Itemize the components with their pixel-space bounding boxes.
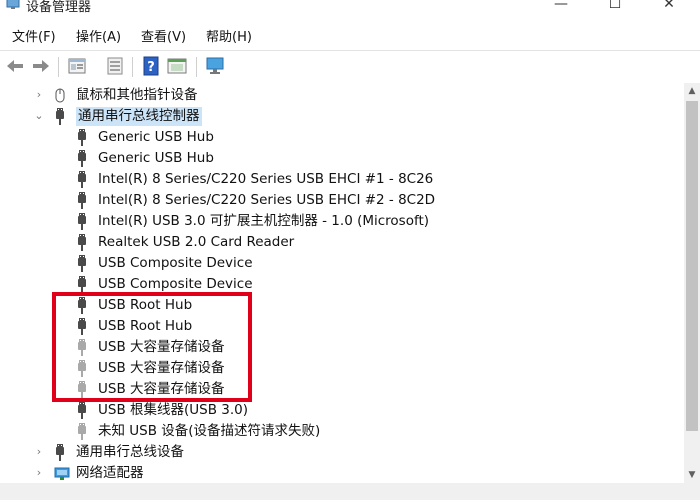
usb-icon xyxy=(76,360,88,377)
tree-device-row[interactable]: USB 根集线器(USB 3.0) xyxy=(0,400,684,421)
device-manager-icon xyxy=(6,0,20,10)
usb-icon xyxy=(76,171,88,188)
tree-device-row[interactable]: USB 大容量存储设备 xyxy=(0,358,684,379)
tree-node-label: 鼠标和其他指针设备 xyxy=(76,87,198,103)
tree-node-label: USB 根集线器(USB 3.0) xyxy=(98,402,249,418)
minimize-button[interactable]: — xyxy=(538,0,584,16)
help-icon[interactable]: ? xyxy=(140,55,162,77)
expand-chevron-icon[interactable]: › xyxy=(34,88,44,102)
tree-device-row[interactable]: Intel(R) USB 3.0 可扩展主机控制器 - 1.0 (Microso… xyxy=(0,211,684,232)
tree-node-label: USB 大容量存储设备 xyxy=(98,339,225,355)
tree-node-label: 未知 USB 设备(设备描述符请求失败) xyxy=(98,423,321,439)
tree-node-label: Generic USB Hub xyxy=(98,150,214,166)
collapse-chevron-icon[interactable]: ⌄ xyxy=(34,109,44,123)
svg-text:?: ? xyxy=(147,60,155,75)
usb-icon xyxy=(76,192,88,209)
network-adapter-icon xyxy=(54,465,70,482)
menu-bar: 文件(F) 操作(A) 查看(V) 帮助(H) xyxy=(0,22,700,48)
usb-icon xyxy=(76,234,88,251)
usb-icon xyxy=(76,255,88,272)
usb-icon xyxy=(76,339,88,356)
forward-arrow-icon[interactable] xyxy=(30,55,52,77)
menu-help[interactable]: 帮助(H) xyxy=(206,26,252,45)
scroll-down-icon[interactable]: ▼ xyxy=(684,467,700,483)
usb-icon xyxy=(76,150,88,167)
usb-icon xyxy=(76,297,88,314)
tree-device-row[interactable]: USB 大容量存储设备 xyxy=(0,337,684,358)
tree-node-label: Realtek USB 2.0 Card Reader xyxy=(98,234,295,250)
menu-action[interactable]: 操作(A) xyxy=(76,26,121,45)
tree-device-row[interactable]: 未知 USB 设备(设备描述符请求失败) xyxy=(0,421,684,442)
tree-device-row[interactable]: Generic USB Hub xyxy=(0,127,684,148)
menu-view[interactable]: 查看(V) xyxy=(141,26,186,45)
tree-category-row[interactable]: › 通用串行总线设备 xyxy=(0,442,684,463)
tree-node-label: USB 大容量存储设备 xyxy=(98,381,225,397)
tree-device-row[interactable]: USB Root Hub xyxy=(0,295,684,316)
tree-node-label: USB Composite Device xyxy=(98,276,253,292)
usb-icon xyxy=(76,318,88,335)
tree-node-label: USB Root Hub xyxy=(98,318,193,334)
monitor-icon[interactable] xyxy=(204,55,226,77)
tree-category-row[interactable]: › 鼠标和其他指针设备 xyxy=(0,85,684,106)
tree-device-row[interactable]: Generic USB Hub xyxy=(0,148,684,169)
tree-node-label: USB Root Hub xyxy=(98,297,193,313)
usb-icon xyxy=(76,381,88,398)
expand-chevron-icon[interactable]: › xyxy=(34,466,44,480)
device-list-icon[interactable] xyxy=(104,55,126,77)
back-arrow-icon[interactable] xyxy=(4,55,26,77)
tree-device-row[interactable]: Intel(R) 8 Series/C220 Series USB EHCI #… xyxy=(0,190,684,211)
scroll-up-icon[interactable]: ▲ xyxy=(684,83,700,99)
usb-icon xyxy=(54,444,66,461)
toolbar-separator xyxy=(196,57,197,77)
tree-device-row[interactable]: Intel(R) 8 Series/C220 Series USB EHCI #… xyxy=(0,169,684,190)
expand-chevron-icon[interactable]: › xyxy=(34,445,44,459)
properties-icon[interactable] xyxy=(66,55,88,77)
title-bar: 设备管理器 — ☐ ✕ xyxy=(0,0,700,16)
close-button[interactable]: ✕ xyxy=(646,0,692,16)
window-title: 设备管理器 xyxy=(26,0,92,15)
tree-node-label: USB Composite Device xyxy=(98,255,253,271)
horizontal-scrollbar[interactable] xyxy=(0,483,684,500)
usb-icon xyxy=(76,423,88,440)
mouse-icon xyxy=(54,87,66,104)
tree-node-label: Intel(R) 8 Series/C220 Series USB EHCI #… xyxy=(98,192,436,208)
usb-icon xyxy=(76,402,88,419)
tree-node-label: Generic USB Hub xyxy=(98,129,214,145)
usb-icon xyxy=(54,108,66,125)
tree-category-row[interactable]: › 网络适配器 xyxy=(0,463,684,483)
toolbar: ? xyxy=(0,50,700,84)
usb-icon xyxy=(76,129,88,146)
tree-node-label: 通用串行总线控制器 xyxy=(76,107,202,126)
usb-icon xyxy=(76,213,88,230)
scroll-thumb[interactable] xyxy=(686,101,698,431)
tree-node-label: 通用串行总线设备 xyxy=(76,444,184,460)
tree-device-row[interactable]: USB Root Hub xyxy=(0,316,684,337)
tree-category-row[interactable]: ⌄ 通用串行总线控制器 xyxy=(0,106,684,127)
toolbar-separator xyxy=(132,57,133,77)
tree-node-label: Intel(R) USB 3.0 可扩展主机控制器 - 1.0 (Microso… xyxy=(98,213,430,229)
tree-node-label: USB 大容量存储设备 xyxy=(98,360,225,376)
show-hidden-icon[interactable] xyxy=(166,55,188,77)
tree-device-row[interactable]: Realtek USB 2.0 Card Reader xyxy=(0,232,684,253)
tree-node-label: 网络适配器 xyxy=(76,465,144,481)
tree-device-row[interactable]: USB Composite Device xyxy=(0,274,684,295)
usb-icon xyxy=(76,276,88,293)
menu-file[interactable]: 文件(F) xyxy=(12,26,56,45)
maximize-button[interactable]: ☐ xyxy=(592,0,638,16)
tree-node-label: Intel(R) 8 Series/C220 Series USB EHCI #… xyxy=(98,171,434,187)
device-tree: › 鼠标和其他指针设备 ⌄ 通用串行总线控制器 Generic USB Hub Gener… xyxy=(0,83,684,483)
scrollbar-corner xyxy=(684,483,700,500)
vertical-scrollbar[interactable]: ▲ ▼ xyxy=(684,83,700,483)
toolbar-separator xyxy=(58,57,59,77)
tree-device-row[interactable]: USB 大容量存储设备 xyxy=(0,379,684,400)
tree-device-row[interactable]: USB Composite Device xyxy=(0,253,684,274)
